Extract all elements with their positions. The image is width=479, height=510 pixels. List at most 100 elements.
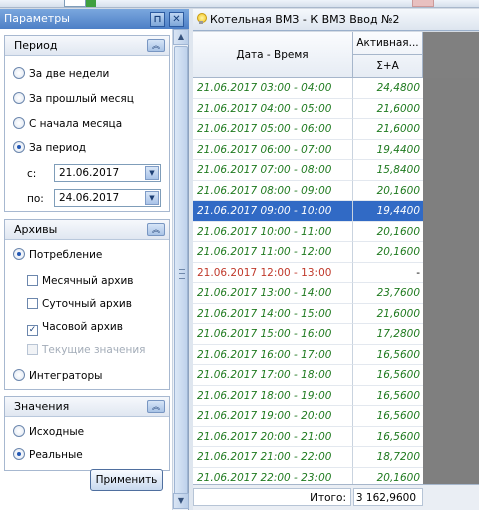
table-row[interactable]: 21.06.2017 19:00 - 20:00 16,5600 [193, 406, 423, 427]
table-row[interactable]: 21.06.2017 08:00 - 09:00 20,1600 [193, 180, 423, 201]
document-title: Котельная ВМЗ - К ВМЗ Ввод №2 [210, 13, 400, 26]
checkbox-icon[interactable] [27, 298, 38, 309]
column-header-active-sub: Σ+A [376, 60, 399, 72]
close-icon[interactable]: ✕ [169, 12, 184, 27]
radio-real-values[interactable]: Реальные [13, 447, 83, 463]
cell-active-value: 23,7600 [353, 283, 423, 304]
cell-datetime: 21.06.2017 11:00 - 12:00 [193, 242, 353, 263]
checkbox-daily-archive[interactable]: Суточный архив [27, 296, 132, 312]
to-date-field[interactable]: 24.06.2017 ▼ [54, 189, 161, 207]
toolbar-spin-button[interactable] [86, 0, 96, 7]
radio-icon[interactable] [13, 67, 25, 79]
checkbox-icon [27, 344, 38, 355]
cell-datetime: 21.06.2017 03:00 - 04:00 [193, 78, 353, 99]
panel-content: Период ︽ За две недели За прошлый месяц … [0, 29, 172, 510]
cell-datetime: 21.06.2017 19:00 - 20:00 [193, 406, 353, 427]
cell-datetime: 21.06.2017 13:00 - 14:00 [193, 283, 353, 304]
scroll-down-icon[interactable]: ▼ [173, 493, 189, 509]
table-row[interactable]: 21.06.2017 22:00 - 23:00 20,1600 [193, 467, 423, 485]
table-row[interactable]: 21.06.2017 17:00 - 18:00 16,5600 [193, 365, 423, 386]
radio-selected-icon[interactable] [13, 248, 25, 260]
cell-active-value: 20,1600 [353, 468, 423, 485]
radio-icon[interactable] [13, 425, 25, 437]
table-row[interactable]: 21.06.2017 15:00 - 16:00 17,2800 [193, 324, 423, 345]
table-row[interactable]: 21.06.2017 03:00 - 04:00 24,4800 [193, 78, 423, 99]
cell-datetime: 21.06.2017 17:00 - 18:00 [193, 365, 353, 386]
checkbox-icon[interactable] [27, 275, 38, 286]
table-row[interactable]: 21.06.2017 13:00 - 14:00 23,7600 [193, 283, 423, 304]
parameters-panel: Параметры ⊓ ✕ Период ︽ За две недели За … [0, 9, 189, 510]
collapse-values-button[interactable]: ︽ [147, 400, 165, 413]
panel-scrollbar[interactable]: ▲ ▼ [172, 29, 189, 510]
from-date-field[interactable]: 21.06.2017 ▼ [54, 164, 161, 182]
cell-active-value: 20,1600 [353, 222, 423, 242]
cell-active-value: 19,4400 [353, 201, 423, 222]
table-row[interactable]: 21.06.2017 14:00 - 15:00 21,6000 [193, 303, 423, 324]
table-row[interactable]: 21.06.2017 18:00 - 19:00 16,5600 [193, 385, 423, 406]
radio-icon[interactable] [13, 92, 25, 104]
checkbox-hourly-archive[interactable]: ✓ Часовой архив [27, 319, 123, 336]
cell-active-value: 18,7200 [353, 447, 423, 468]
toolbar-field[interactable] [64, 0, 86, 7]
collapse-archives-button[interactable]: ︽ [147, 223, 165, 236]
radio-selected-icon[interactable] [13, 448, 25, 460]
scroll-up-icon[interactable]: ▲ [173, 29, 189, 45]
cell-active-value: 24,4800 [353, 78, 423, 99]
cell-active-value: 16,5600 [353, 345, 423, 365]
table-row[interactable]: 21.06.2017 20:00 - 21:00 16,5600 [193, 426, 423, 447]
table-row[interactable]: 21.06.2017 04:00 - 05:00 21,6000 [193, 98, 423, 119]
scrollbar-thumb[interactable] [174, 46, 188, 504]
cell-active-value: 19,4400 [353, 140, 423, 160]
cell-active-value: 16,5600 [353, 365, 423, 386]
chevron-down-icon[interactable]: ▼ [145, 191, 159, 205]
column-header-date[interactable]: Дата - Время [193, 32, 353, 78]
table-row[interactable]: 21.06.2017 10:00 - 11:00 20,1600 [193, 221, 423, 242]
cell-datetime: 21.06.2017 15:00 - 16:00 [193, 324, 353, 345]
radio-consumption[interactable]: Потребление [13, 247, 102, 263]
cell-datetime: 21.06.2017 08:00 - 09:00 [193, 180, 353, 201]
from-label: с: [27, 168, 37, 180]
cell-datetime: 21.06.2017 09:00 - 10:00 [193, 201, 353, 222]
chevron-down-icon[interactable]: ▼ [145, 166, 159, 180]
cell-datetime: 21.06.2017 16:00 - 17:00 [193, 344, 353, 365]
radio-icon[interactable] [13, 369, 25, 381]
cell-active-value: 21,6000 [353, 99, 423, 119]
column-header-active-title: Активная... [353, 32, 422, 55]
panel-title: Параметры [4, 12, 70, 25]
table-row[interactable]: 21.06.2017 09:00 - 10:00 19,4400 [193, 201, 423, 222]
radio-last-month[interactable]: За прошлый месяц [13, 91, 134, 107]
table-row[interactable]: 21.06.2017 07:00 - 08:00 15,8400 [193, 160, 423, 181]
cell-datetime: 21.06.2017 05:00 - 06:00 [193, 119, 353, 140]
archives-group-title: Архивы ︽ [5, 220, 169, 240]
cell-datetime: 21.06.2017 20:00 - 21:00 [193, 426, 353, 447]
pin-icon[interactable]: ⊓ [150, 12, 165, 27]
total-value: 3 162,9600 [353, 488, 423, 506]
values-group-title: Значения ︽ [5, 397, 169, 417]
collapse-period-button[interactable]: ︽ [147, 39, 165, 52]
radio-custom-period[interactable]: За период [13, 140, 86, 156]
table-row[interactable]: 21.06.2017 05:00 - 06:00 21,6000 [193, 119, 423, 140]
radio-icon[interactable] [13, 117, 25, 129]
table-row[interactable]: 21.06.2017 12:00 - 13:00- [193, 262, 423, 283]
table-row[interactable]: 21.06.2017 11:00 - 12:00 20,1600 [193, 242, 423, 263]
table-row[interactable]: 21.06.2017 16:00 - 17:00 16,5600 [193, 344, 423, 365]
toolbar-button[interactable] [412, 0, 434, 7]
main-area: Котельная ВМЗ - К ВМЗ Ввод №2 Дата - Вре… [193, 9, 479, 510]
period-group-title: Период ︽ [5, 36, 169, 56]
table-row[interactable]: 21.06.2017 21:00 - 22:00 18,7200 [193, 447, 423, 468]
to-label: по: [27, 193, 44, 205]
total-label: Итого: [193, 488, 351, 506]
cell-active-value: 21,6000 [353, 119, 423, 140]
radio-source-values[interactable]: Исходные [13, 424, 84, 440]
radio-two-weeks[interactable]: За две недели [13, 66, 109, 82]
radio-integrators[interactable]: Интеграторы [13, 368, 102, 384]
apply-button[interactable]: Применить [90, 469, 163, 491]
cell-datetime: 21.06.2017 14:00 - 15:00 [193, 303, 353, 324]
column-header-active[interactable]: Активная... Σ+A [353, 32, 423, 78]
radio-month-start[interactable]: С начала месяца [13, 116, 122, 132]
checkmark-icon[interactable]: ✓ [27, 325, 38, 336]
table-row[interactable]: 21.06.2017 06:00 - 07:00 19,4400 [193, 139, 423, 160]
checkbox-monthly-archive[interactable]: Месячный архив [27, 273, 133, 289]
lightbulb-icon [196, 13, 207, 25]
radio-selected-icon[interactable] [13, 141, 25, 153]
